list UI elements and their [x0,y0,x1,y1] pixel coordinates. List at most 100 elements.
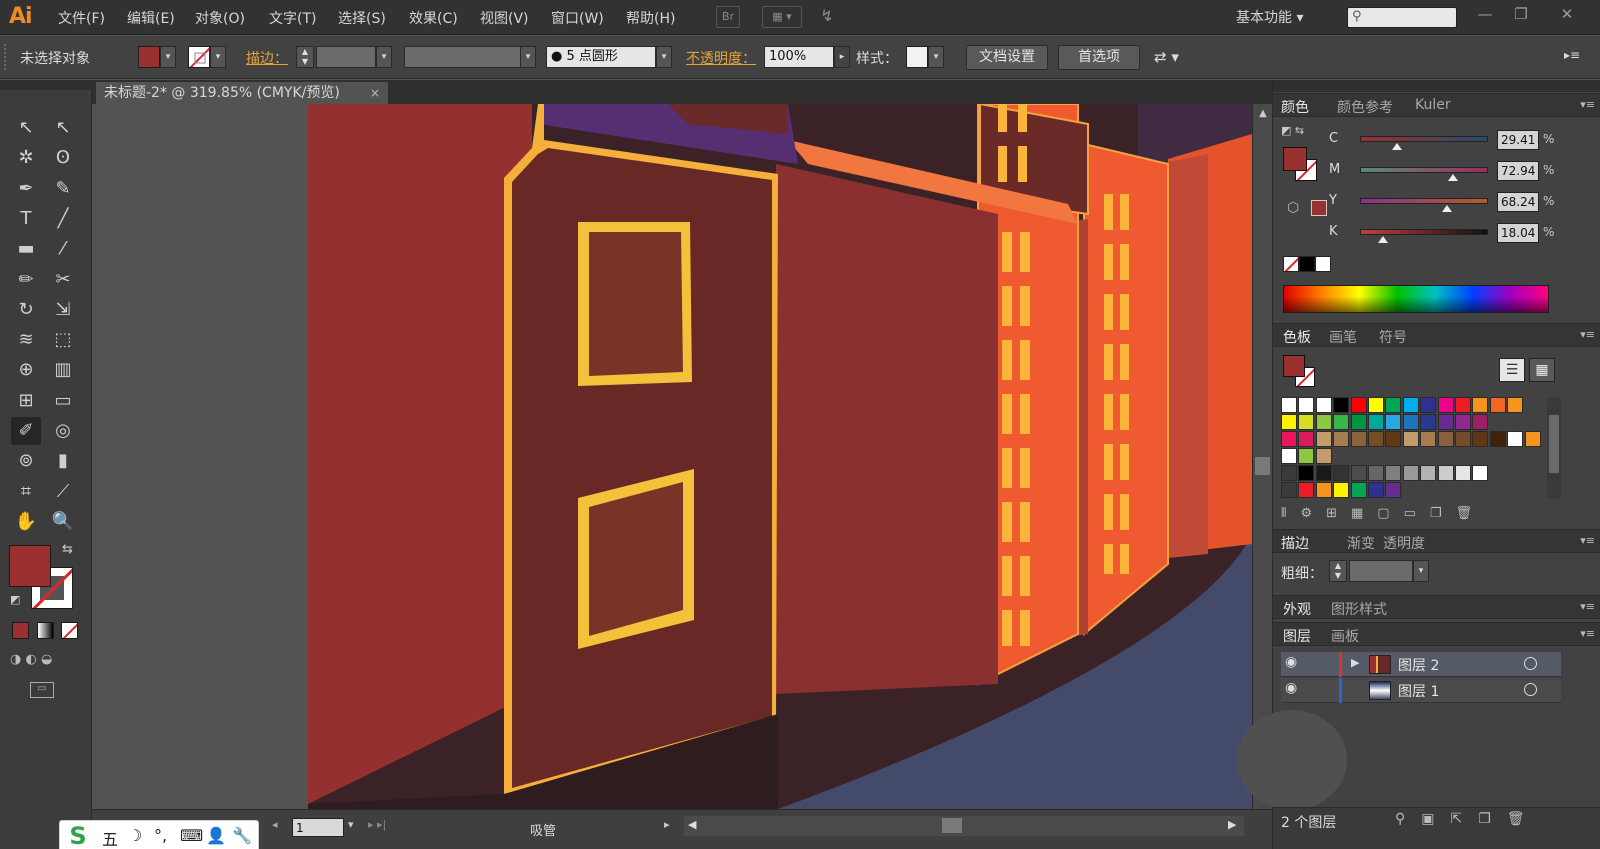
fill-color-box[interactable] [9,545,51,587]
gradient-tool[interactable]: ▭ [48,387,78,415]
panel-tab[interactable]: 外观 [1283,599,1311,619]
none-color-chip[interactable] [1283,256,1299,272]
swatch-cell[interactable] [1455,414,1471,430]
opacity-panel-link[interactable]: 不透明度： [686,48,756,68]
panel-menu-icon[interactable]: ▾≡ [1580,98,1595,111]
gpu-performance-icon[interactable]: ↯ [812,6,842,28]
scissors-tool[interactable]: ✂ [48,266,78,294]
swatch-cell[interactable] [1281,482,1297,498]
panel-stroke-weight-field[interactable] [1349,560,1413,582]
scroll-right-arrow[interactable]: ▶ [1228,818,1236,831]
zoom-tool[interactable]: 🔍 [48,508,78,536]
default-colors-icon[interactable]: ◩ [10,593,20,606]
scroll-left-arrow[interactable]: ◀ [688,818,696,831]
swatch-cell[interactable] [1368,482,1384,498]
ime-item[interactable]: ☽ [128,826,142,845]
swatch-cell[interactable] [1298,431,1315,447]
swatch-cell[interactable] [1298,448,1315,464]
blend-tool[interactable]: ◎ [48,417,78,445]
drawing-modes[interactable]: ◑ ◐ ◒ [10,652,82,670]
panel-tab[interactable]: Kuler [1415,97,1451,113]
color-mode-button[interactable] [12,622,29,639]
arrange-icon[interactable]: ⇄ ▾ [1154,48,1179,66]
visibility-eye-icon[interactable]: ◉ [1285,680,1297,696]
workspace-switcher[interactable]: 基本功能 ▾ [1236,7,1303,27]
swatch-cell[interactable] [1385,431,1402,447]
swap-fill-stroke-icon[interactable]: ⇆ [62,542,73,557]
fill-dropdown-arrow[interactable]: ▾ [160,46,176,68]
column-graph-tool[interactable]: ▮ [48,447,78,475]
panel-tab[interactable]: 画板 [1331,626,1359,646]
preferences-button[interactable]: 首选项 [1058,45,1140,70]
swatch-cell[interactable] [1472,414,1489,430]
panel-dock-header[interactable] [1273,80,1600,92]
swatch-cell[interactable] [1402,414,1419,430]
page-dropdown-arrow[interactable]: ▾ [348,818,354,831]
ime-toolbar[interactable]: S 五 ☽ °, ⌨ 👤 🔧 [59,820,259,849]
menu-item[interactable]: 文件(F) [58,8,105,28]
swatch-cell[interactable] [1455,397,1471,413]
menu-item[interactable]: 窗口(W) [551,8,604,28]
panel-tab[interactable]: 色板 [1283,327,1311,347]
swatch-cell[interactable] [1507,431,1524,447]
profile-dropdown[interactable]: ▾ [520,46,536,68]
swatch-cell[interactable] [1368,397,1384,413]
swatch-cell[interactable] [1350,414,1367,430]
slider-track-c[interactable] [1360,136,1488,142]
swatch-cell[interactable] [1385,414,1402,430]
layer-name[interactable]: 图层 1 [1398,681,1439,701]
layer-target-icon[interactable] [1524,683,1537,696]
panel-tab[interactable]: 符号 [1379,327,1407,347]
stroke-panel-link[interactable]: 描边： [246,48,288,68]
swatch-cell[interactable] [1281,397,1297,413]
horizontal-scrollbar[interactable]: ◀ ▶ [684,816,1244,836]
bridge-button[interactable]: Br [716,6,740,28]
control-bar-menu-icon[interactable]: ▸≡ [1564,48,1580,62]
document-tab[interactable]: 未标题-2* @ 319.85% (CMYK/预览) × [96,82,388,104]
swatch-cell[interactable] [1420,414,1437,430]
swatch-cell[interactable] [1402,465,1419,481]
ime-item[interactable]: °, [154,826,167,845]
panel-menu-icon[interactable]: ▾≡ [1580,534,1595,547]
swatch-cell[interactable] [1298,414,1315,430]
page-number-field[interactable]: 1 [292,818,344,837]
horizontal-scroll-thumb[interactable] [942,818,962,833]
paintbrush-tool[interactable]: ⁄ [48,235,78,263]
document-setup-button[interactable]: 文档设置 [966,45,1048,70]
gradient-mode-button[interactable] [37,622,54,639]
none-mode-button[interactable] [61,622,78,639]
scale-tool[interactable]: ⇲ [48,296,78,324]
swatch-cell[interactable] [1333,465,1350,481]
selection-tool[interactable]: ↖ [11,114,41,142]
swatch-cell[interactable] [1385,482,1402,498]
swatch-cell[interactable] [1524,431,1541,447]
layer-row[interactable]: ◉ 图层 1 [1281,678,1561,703]
stroke-weight-dropdown[interactable]: ▾ [376,46,392,68]
swatch-cell[interactable] [1315,465,1332,481]
list-view-button[interactable]: ☰ [1499,358,1525,382]
warp-tool[interactable]: ≋ [11,326,41,354]
menu-item[interactable]: 帮助(H) [626,8,675,28]
color-panel-fill-swatch[interactable] [1283,147,1307,171]
swatch-cell[interactable] [1350,482,1367,498]
artboard-canvas[interactable] [308,104,1252,809]
brush-dropdown[interactable]: ▾ [656,46,672,68]
swatch-cell[interactable] [1281,448,1297,464]
swatch-cell[interactable] [1368,431,1384,447]
first-page-icon[interactable]: ◂ [272,818,278,831]
stroke-color-swatch[interactable] [188,46,210,68]
control-bar-grip[interactable] [4,44,8,70]
slider-track-m[interactable] [1360,167,1488,173]
ime-item[interactable]: 👤 [206,826,226,845]
menu-item[interactable]: 效果(C) [409,8,458,28]
shape-builder-tool[interactable]: ⊕ [11,356,41,384]
swatch-cell[interactable] [1315,431,1332,447]
panel-tab[interactable]: 图形样式 [1331,599,1387,619]
ime-item[interactable]: ⌨ [180,826,203,845]
swatches-footer-icons[interactable]: ⫴⚙⊞▦▢▭❐🗑 [1281,506,1561,526]
close-tab-icon[interactable]: × [370,82,380,104]
swatch-cell[interactable] [1333,431,1350,447]
panel-tab[interactable]: 颜色 [1281,97,1309,117]
free-transform-tool[interactable]: ⬚ [48,326,78,354]
black-color-chip[interactable] [1299,256,1315,272]
